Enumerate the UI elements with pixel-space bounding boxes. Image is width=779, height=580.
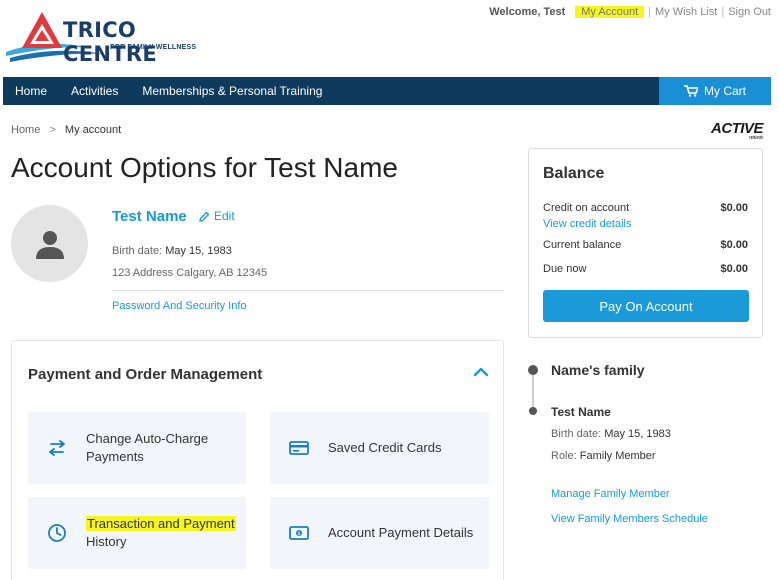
separator: | [721, 6, 725, 18]
current-balance-row: Current balance $0.00 [543, 239, 748, 251]
svg-text:$: $ [297, 531, 300, 537]
panel-title: Payment and Order Management [28, 366, 263, 383]
payment-order-panel: Payment and Order Management Change Auto… [11, 340, 504, 580]
cart-icon [684, 85, 698, 97]
credit-card-icon [289, 441, 309, 455]
password-security-link[interactable]: Password And Security Info [112, 300, 247, 312]
avatar [11, 205, 88, 282]
family-member-name: Test Name [551, 405, 611, 419]
transaction-history-tile[interactable]: Transaction and Payment History [28, 497, 246, 569]
tile-label: Change Auto-Charge Payments [86, 431, 209, 464]
breadcrumb-separator: > [49, 124, 56, 136]
breadcrumb: Home > My account [11, 124, 121, 136]
timeline-line [532, 370, 534, 410]
cart-label: My Cart [704, 84, 746, 98]
separator: | [648, 6, 651, 18]
birth-value: May 15, 1983 [165, 245, 232, 257]
birth-label: Birth date: [112, 245, 163, 257]
profile-birth-date: Birth date: May 15, 1983 [112, 245, 232, 257]
active-network-logo: ACTIVE network [711, 120, 764, 141]
money-icon: $ [289, 526, 309, 540]
wish-list-link[interactable]: My Wish List [655, 6, 717, 18]
change-auto-charge-tile[interactable]: Change Auto-Charge Payments [28, 412, 246, 484]
edit-profile-link[interactable]: Edit [199, 209, 235, 223]
tile-label: Saved Credit Cards [328, 440, 442, 455]
logo-tagline: FOR FAMILY WELLNESS [110, 44, 197, 51]
breadcrumb-home[interactable]: Home [11, 124, 40, 136]
pay-on-account-button[interactable]: Pay On Account [543, 290, 749, 322]
my-cart-button[interactable]: My Cart [659, 77, 771, 105]
account-payment-details-tile[interactable]: $ Account Payment Details [270, 497, 489, 569]
family-member-role: Role: Family Member [551, 450, 656, 462]
sign-out-link[interactable]: Sign Out [728, 6, 771, 18]
main-nav: Home Activities Memberships & Personal T… [3, 77, 771, 105]
breadcrumb-current: My account [64, 124, 122, 136]
chevron-up-icon[interactable] [473, 367, 489, 377]
view-credit-details-link[interactable]: View credit details [543, 218, 631, 230]
user-icon [35, 230, 64, 259]
swap-arrows-icon [49, 440, 65, 456]
account-links: Welcome, Test My Account | My Wish List … [489, 6, 771, 18]
balance-panel: Balance Credit on account $0.00 View cre… [528, 148, 763, 338]
profile-address: 123 Address Calgary, AB 12345 [112, 267, 268, 279]
nav-activities[interactable]: Activities [59, 77, 130, 105]
active-logo-sub: network [748, 135, 764, 141]
divider [112, 290, 504, 291]
view-family-schedule-link[interactable]: View Family Members Schedule [551, 513, 708, 525]
edit-label: Edit [214, 209, 235, 223]
manage-family-member-link[interactable]: Manage Family Member [551, 488, 670, 500]
family-title: Name's family [551, 362, 645, 378]
clock-icon [48, 524, 66, 542]
pencil-icon [199, 211, 210, 222]
logo-name: TRICO CENTRE [63, 18, 157, 66]
my-account-link[interactable]: My Account [575, 6, 645, 18]
timeline-dot [528, 365, 538, 375]
family-member-birth: Birth date: May 15, 1983 [551, 428, 671, 440]
page-title: Account Options for Test Name [11, 152, 398, 183]
nav-memberships[interactable]: Memberships & Personal Training [130, 77, 334, 105]
welcome-text: Welcome, Test [489, 6, 566, 18]
due-now-row: Due now $0.00 [543, 263, 748, 275]
tile-label: Transaction and Payment History [86, 516, 236, 549]
trico-logo[interactable]: TRICO CENTRE FOR FAMILY WELLNESS [4, 8, 204, 66]
credit-on-account-row: Credit on account $0.00 [543, 202, 748, 214]
saved-credit-cards-tile[interactable]: Saved Credit Cards [270, 412, 489, 484]
tile-label: Account Payment Details [328, 525, 474, 540]
timeline-dot [529, 407, 537, 415]
nav-home[interactable]: Home [3, 77, 59, 105]
balance-title: Balance [543, 165, 605, 182]
profile-name[interactable]: Test Name [112, 208, 187, 225]
